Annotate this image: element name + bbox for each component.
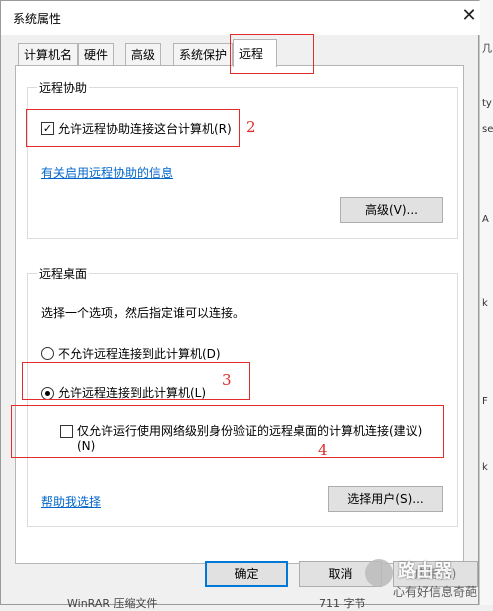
- ok-button[interactable]: 确定: [205, 561, 288, 587]
- tab-hardware[interactable]: 硬件: [78, 43, 115, 65]
- background-text: A: [482, 214, 489, 225]
- tab-system-protection[interactable]: 系统保护: [173, 43, 234, 65]
- annotation-box-2: [26, 109, 240, 147]
- remote-assistance-info-link[interactable]: 有关启用远程协助的信息: [41, 164, 173, 181]
- watermark-logo-text: 路由器: [398, 561, 452, 582]
- help-me-choose-link[interactable]: 帮助我选择: [41, 493, 101, 510]
- tab-computer-name[interactable]: 计算机名: [18, 43, 79, 65]
- remote-desktop-group-label: 远程桌面: [37, 265, 90, 282]
- background-text: F: [482, 396, 488, 407]
- dialog-title: 系统属性: [13, 12, 62, 26]
- watermark: 路由器 心有好信息奇葩: [365, 557, 489, 603]
- deny-remote-label[interactable]: 不允许远程连接到此计算机(D): [58, 345, 221, 362]
- background-file-name: WinRAR 压缩文件: [67, 597, 158, 610]
- deny-remote-radio[interactable]: [41, 347, 54, 360]
- annotation-number-3: 3: [222, 371, 232, 389]
- annotation-number-4: 4: [318, 441, 328, 459]
- tab-advanced[interactable]: 高级: [125, 43, 162, 65]
- background-text: k: [482, 462, 488, 473]
- select-users-button[interactable]: 选择用户(S)...: [328, 486, 443, 512]
- background-text: ty: [482, 98, 492, 109]
- watermark-logo-icon: [365, 559, 393, 587]
- background-file-size: 711 字节: [319, 597, 366, 610]
- background-text: se: [482, 124, 493, 135]
- annotation-box-4: [11, 405, 444, 458]
- watermark-caption: 心有好信息奇葩: [393, 585, 478, 599]
- tab-remote[interactable]: 远程: [233, 39, 277, 67]
- remote-assistance-group-label: 远程协助: [37, 79, 90, 96]
- title-bar: [1, 1, 480, 35]
- close-icon[interactable]: ✕: [458, 4, 480, 28]
- background-window: 几 ty se A k F k: [479, 0, 493, 605]
- system-properties-dialog: 系统属性 ✕ 计算机名 硬件 高级 系统保护 远程 远程协助 ✓ 允许远程协助连…: [0, 0, 480, 610]
- advanced-button[interactable]: 高级(V)...: [340, 197, 443, 223]
- annotation-box-3: [22, 362, 250, 400]
- background-text: k: [482, 298, 488, 309]
- annotation-number-2: 2: [246, 118, 256, 136]
- remote-desktop-instruction: 选择一个选项，然后指定谁可以连接。: [41, 306, 246, 320]
- background-text: 几: [482, 44, 492, 55]
